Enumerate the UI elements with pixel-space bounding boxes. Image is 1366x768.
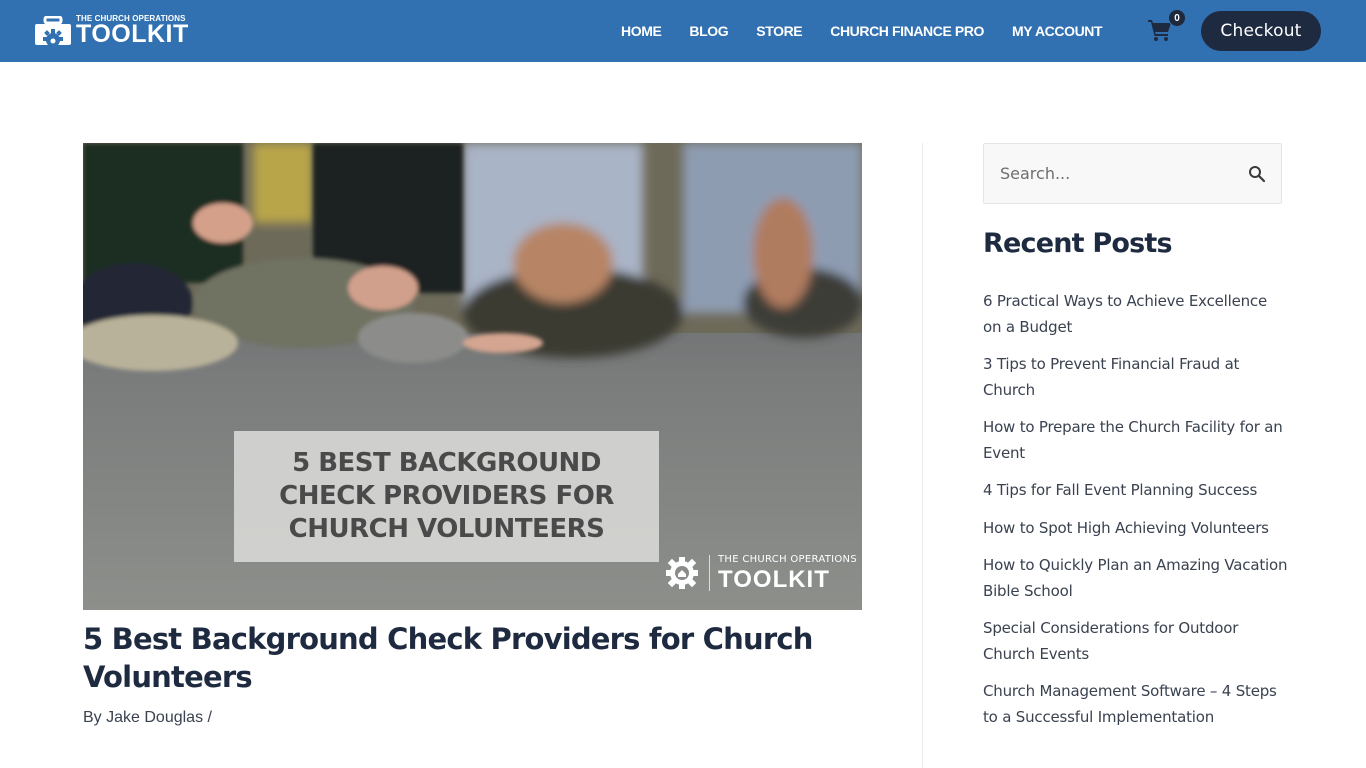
sidebar-divider bbox=[922, 143, 923, 768]
watermark-small-text: THE CHURCH OPERATIONS bbox=[718, 553, 857, 565]
meta-separator: / bbox=[203, 709, 212, 726]
recent-post-link[interactable]: Special Considerations for Outdoor Churc… bbox=[983, 616, 1288, 667]
nav-my-account[interactable]: MY ACCOUNT bbox=[1012, 23, 1103, 39]
post-title[interactable]: 5 Best Background Check Providers for Ch… bbox=[83, 620, 843, 696]
featured-overlay-box: 5 BEST BACKGROUND CHECK PROVIDERS FOR CH… bbox=[234, 431, 659, 562]
logo-big-text: TOOLKIT bbox=[76, 20, 189, 48]
cart-count-badge: 0 bbox=[1168, 9, 1186, 27]
watermark-big-text: TOOLKIT bbox=[718, 565, 830, 593]
nav-home[interactable]: HOME bbox=[621, 23, 662, 39]
cart-button[interactable]: 0 bbox=[1146, 9, 1186, 44]
meta-prefix: By bbox=[83, 709, 107, 726]
recent-post-link[interactable]: Church Management Software – 4 Steps to … bbox=[983, 679, 1288, 730]
image-watermark: THE CHURCH OPERATIONS TOOLKIT bbox=[665, 553, 857, 593]
overlay-line: CHURCH VOLUNTEERS bbox=[288, 514, 605, 544]
site-header: THE CHURCH OPERATIONS TOOLKIT HOME BLOG … bbox=[0, 0, 1366, 62]
site-logo[interactable]: THE CHURCH OPERATIONS TOOLKIT bbox=[34, 15, 189, 47]
overlay-line: CHECK PROVIDERS FOR bbox=[279, 481, 614, 511]
recent-post-link[interactable]: 4 Tips for Fall Event Planning Success bbox=[983, 478, 1288, 504]
overlay-line: 5 BEST BACKGROUND bbox=[292, 448, 601, 478]
nav-store[interactable]: STORE bbox=[756, 23, 802, 39]
recent-post-link[interactable]: How to Spot High Achieving Volunteers bbox=[983, 516, 1288, 542]
post-meta: By Jake Douglas / bbox=[83, 709, 212, 727]
search-button[interactable] bbox=[1246, 164, 1268, 186]
list-item: 4 Tips for Fall Event Planning Success bbox=[983, 478, 1288, 504]
recent-post-link[interactable]: 6 Practical Ways to Achieve Excellence o… bbox=[983, 289, 1288, 340]
search-input[interactable] bbox=[984, 144, 1234, 203]
list-item: How to Prepare the Church Facility for a… bbox=[983, 415, 1288, 466]
main-nav: HOME BLOG STORE CHURCH FINANCE PRO MY AC… bbox=[621, 0, 1103, 62]
watermark-divider bbox=[709, 555, 710, 591]
list-item: 6 Practical Ways to Achieve Excellence o… bbox=[983, 289, 1288, 340]
recent-posts-heading: Recent Posts bbox=[983, 228, 1173, 259]
search-form bbox=[983, 143, 1282, 204]
search-icon bbox=[1249, 165, 1266, 182]
nav-church-finance-pro[interactable]: CHURCH FINANCE PRO bbox=[830, 23, 984, 39]
checkout-button[interactable]: Checkout bbox=[1201, 11, 1321, 51]
gear-house-icon bbox=[666, 557, 698, 589]
recent-post-link[interactable]: 3 Tips to Prevent Financial Fraud at Chu… bbox=[983, 352, 1288, 403]
list-item: How to Spot High Achieving Volunteers bbox=[983, 516, 1288, 542]
featured-image[interactable]: 5 BEST BACKGROUND CHECK PROVIDERS FOR CH… bbox=[83, 143, 862, 610]
list-item: 3 Tips to Prevent Financial Fraud at Chu… bbox=[983, 352, 1288, 403]
nav-blog[interactable]: BLOG bbox=[689, 23, 728, 39]
recent-post-link[interactable]: How to Prepare the Church Facility for a… bbox=[983, 415, 1288, 466]
list-item: Church Management Software – 4 Steps to … bbox=[983, 679, 1288, 730]
author-link[interactable]: Jake Douglas bbox=[106, 709, 203, 726]
toolbox-gear-icon bbox=[34, 15, 72, 47]
list-item: How to Quickly Plan an Amazing Vacation … bbox=[983, 553, 1288, 604]
list-item: Special Considerations for Outdoor Churc… bbox=[983, 616, 1288, 667]
recent-post-link[interactable]: How to Quickly Plan an Amazing Vacation … bbox=[983, 553, 1288, 604]
recent-posts-list: 6 Practical Ways to Achieve Excellence o… bbox=[983, 289, 1288, 742]
